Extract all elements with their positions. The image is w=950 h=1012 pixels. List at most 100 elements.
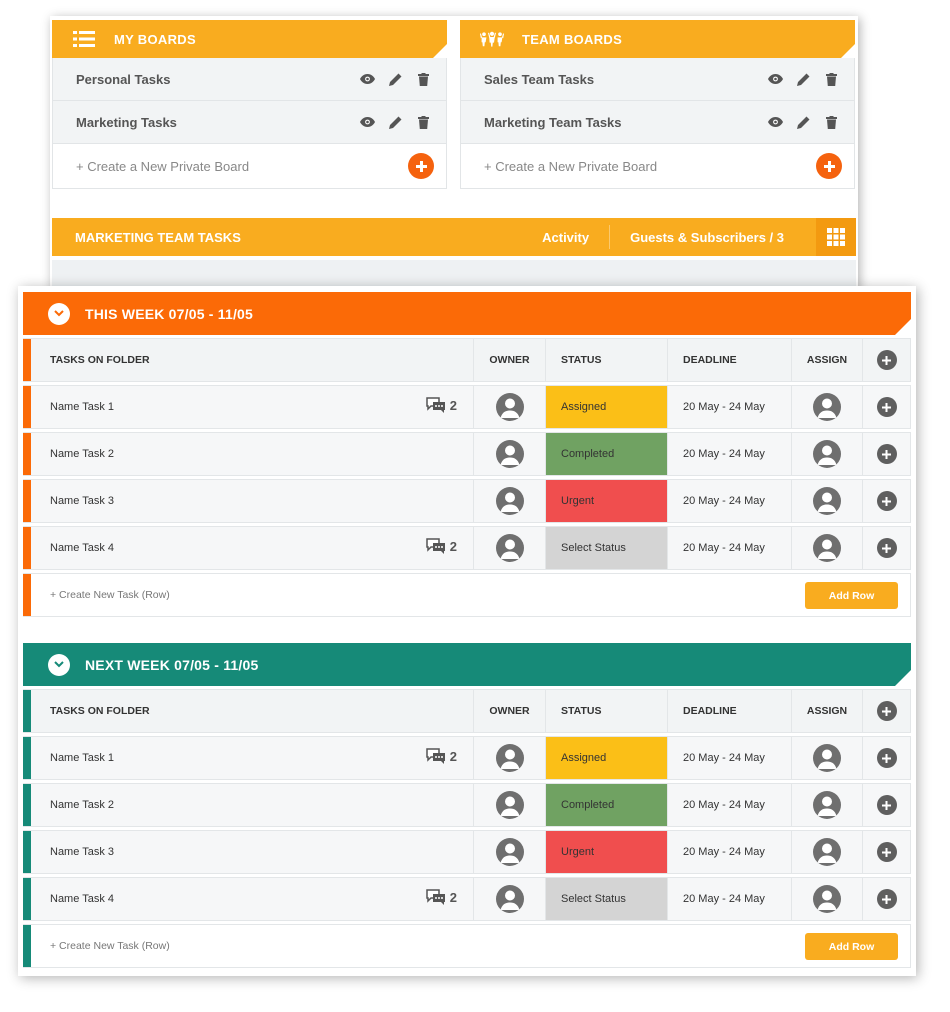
add-row-button[interactable]: Add Row	[805, 933, 898, 960]
task-name-cell[interactable]: Name Task 3	[31, 480, 474, 522]
owner-cell[interactable]	[474, 386, 546, 428]
activity-link[interactable]: Activity	[522, 224, 609, 250]
add-board-button[interactable]	[816, 153, 842, 179]
trash-icon[interactable]	[415, 114, 432, 131]
owner-cell[interactable]	[474, 527, 546, 569]
owner-cell[interactable]	[474, 784, 546, 826]
pencil-icon[interactable]	[387, 71, 404, 88]
chevron-down-icon[interactable]	[48, 302, 70, 325]
status-cell[interactable]: Assigned	[546, 737, 668, 779]
create-task-label[interactable]: + Create New Task (Row)	[31, 925, 474, 967]
add-button[interactable]	[876, 491, 897, 511]
table-row[interactable]: Name Task 3 Urgent 20 May - 24 May	[23, 830, 911, 874]
add-column-button[interactable]	[876, 350, 897, 370]
eye-icon[interactable]	[359, 71, 376, 88]
task-name-cell[interactable]: Name Task 2	[31, 784, 474, 826]
status-cell[interactable]: Urgent	[546, 831, 668, 873]
create-task-row[interactable]: + Create New Task (Row) Add Row	[23, 573, 911, 617]
board-item-sales-team-tasks[interactable]: Sales Team Tasks	[460, 58, 855, 101]
deadline-cell[interactable]: 20 May - 24 May	[668, 480, 792, 522]
add-row-button[interactable]: Add Row	[805, 582, 898, 609]
task-name-cell[interactable]: Name Task 1 2	[31, 737, 474, 779]
eye-icon[interactable]	[359, 114, 376, 131]
table-row[interactable]: Name Task 1 2 Assigned 20 May - 24 May	[23, 385, 911, 429]
add-column-button[interactable]	[876, 701, 897, 721]
comment-count[interactable]: 2	[426, 889, 457, 906]
pencil-icon[interactable]	[387, 114, 404, 131]
deadline-cell[interactable]: 20 May - 24 May	[668, 527, 792, 569]
avatar[interactable]	[495, 534, 524, 562]
week-header[interactable]: NEXT WEEK 07/05 - 11/05	[23, 643, 911, 686]
add-button[interactable]	[876, 795, 897, 815]
pencil-icon[interactable]	[795, 114, 812, 131]
table-row[interactable]: Name Task 1 2 Assigned 20 May - 24 May	[23, 736, 911, 780]
task-name-cell[interactable]: Name Task 4 2	[31, 527, 474, 569]
status-cell[interactable]: Urgent	[546, 480, 668, 522]
assign-cell[interactable]	[792, 784, 863, 826]
create-task-label[interactable]: + Create New Task (Row)	[31, 574, 474, 616]
avatar[interactable]	[813, 744, 841, 772]
assign-cell[interactable]	[792, 831, 863, 873]
eye-icon[interactable]	[767, 114, 784, 131]
create-team-board[interactable]: + Create a New Private Board	[460, 144, 855, 189]
trash-icon[interactable]	[415, 71, 432, 88]
owner-cell[interactable]	[474, 737, 546, 779]
avatar[interactable]	[495, 487, 524, 515]
deadline-cell[interactable]: 20 May - 24 May	[668, 386, 792, 428]
board-item-marketing-team-tasks[interactable]: Marketing Team Tasks	[460, 101, 855, 144]
avatar[interactable]	[813, 838, 841, 866]
status-cell[interactable]: Completed	[546, 784, 668, 826]
avatar[interactable]	[813, 791, 841, 819]
trash-icon[interactable]	[823, 114, 840, 131]
create-private-board[interactable]: + Create a New Private Board	[52, 144, 447, 189]
assign-cell[interactable]	[792, 878, 863, 920]
assign-cell[interactable]	[792, 433, 863, 475]
avatar[interactable]	[813, 440, 841, 468]
deadline-cell[interactable]: 20 May - 24 May	[668, 878, 792, 920]
add-board-button[interactable]	[408, 153, 434, 179]
team-boards-header[interactable]: TEAM BOARDS	[460, 20, 855, 58]
table-row[interactable]: Name Task 4 2 Select Status 20 May - 24 …	[23, 526, 911, 570]
task-name-cell[interactable]: Name Task 1 2	[31, 386, 474, 428]
add-button[interactable]	[876, 842, 897, 862]
avatar[interactable]	[495, 838, 524, 866]
avatar[interactable]	[813, 393, 841, 421]
add-button[interactable]	[876, 444, 897, 464]
add-button[interactable]	[876, 889, 897, 909]
avatar[interactable]	[813, 885, 841, 913]
grid-menu-button[interactable]	[816, 218, 856, 256]
assign-cell[interactable]	[792, 480, 863, 522]
deadline-cell[interactable]: 20 May - 24 May	[668, 737, 792, 779]
owner-cell[interactable]	[474, 433, 546, 475]
board-item-marketing-tasks[interactable]: Marketing Tasks	[52, 101, 447, 144]
status-cell[interactable]: Select Status	[546, 527, 668, 569]
add-button[interactable]	[876, 397, 897, 417]
status-cell[interactable]: Assigned	[546, 386, 668, 428]
avatar[interactable]	[813, 534, 841, 562]
table-row[interactable]: Name Task 3 Urgent 20 May - 24 May	[23, 479, 911, 523]
avatar[interactable]	[495, 440, 524, 468]
task-name-cell[interactable]: Name Task 4 2	[31, 878, 474, 920]
deadline-cell[interactable]: 20 May - 24 May	[668, 784, 792, 826]
avatar[interactable]	[813, 487, 841, 515]
week-header[interactable]: THIS WEEK 07/05 - 11/05	[23, 292, 911, 335]
owner-cell[interactable]	[474, 480, 546, 522]
avatar[interactable]	[495, 791, 524, 819]
task-name-cell[interactable]: Name Task 2	[31, 433, 474, 475]
deadline-cell[interactable]: 20 May - 24 May	[668, 831, 792, 873]
board-item-personal-tasks[interactable]: Personal Tasks	[52, 58, 447, 101]
owner-cell[interactable]	[474, 878, 546, 920]
my-boards-header[interactable]: MY BOARDS	[52, 20, 447, 58]
pencil-icon[interactable]	[795, 71, 812, 88]
comment-count[interactable]: 2	[426, 538, 457, 555]
assign-cell[interactable]	[792, 737, 863, 779]
table-row[interactable]: Name Task 2 Completed 20 May - 24 May	[23, 783, 911, 827]
eye-icon[interactable]	[767, 71, 784, 88]
trash-icon[interactable]	[823, 71, 840, 88]
assign-cell[interactable]	[792, 386, 863, 428]
avatar[interactable]	[495, 885, 524, 913]
chevron-down-icon[interactable]	[48, 653, 70, 676]
create-task-row[interactable]: + Create New Task (Row) Add Row	[23, 924, 911, 968]
guests-subscribers-link[interactable]: Guests & Subscribers / 3	[610, 224, 804, 250]
status-cell[interactable]: Completed	[546, 433, 668, 475]
